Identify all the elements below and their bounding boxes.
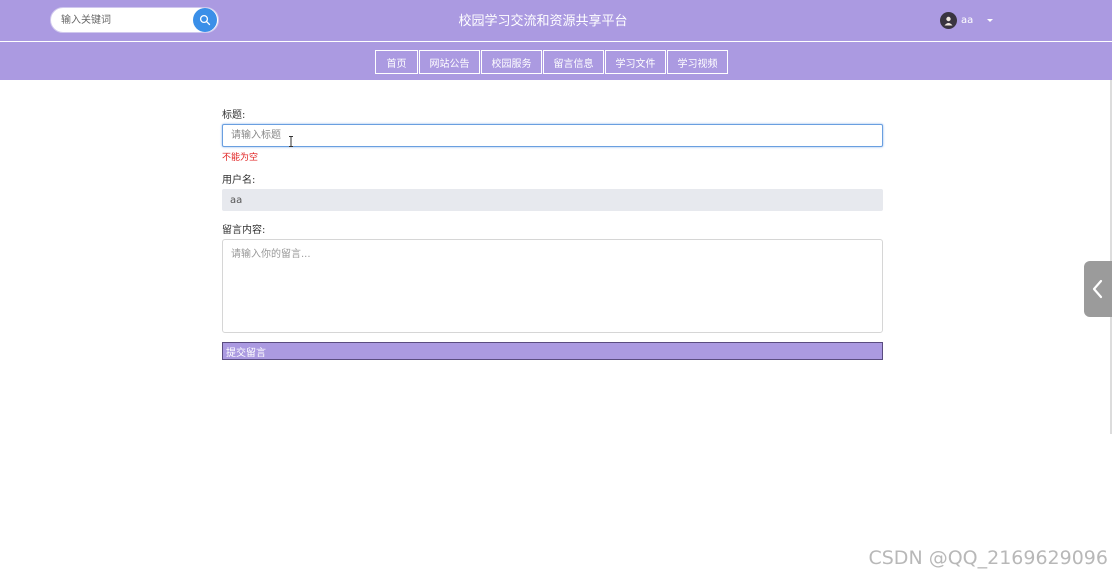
nav-item-home[interactable]: 首页 [375,50,418,74]
site-title: 校园学习交流和资源共享平台 [458,14,628,29]
nav-item-study-videos[interactable]: 学习视频 [667,50,728,74]
nav-item-announcements[interactable]: 网站公告 [419,50,480,74]
username-field: aa [222,189,883,211]
nav-item-messages[interactable]: 留言信息 [543,50,604,74]
nav-item-campus-services[interactable]: 校园服务 [481,50,542,74]
header-divider [0,41,1112,42]
nav-item-study-files[interactable]: 学习文件 [605,50,666,74]
watermark: CSDN @QQ_2169629096 [868,547,1108,569]
side-toggle-button[interactable] [1084,261,1112,317]
title-error-message: 不能为空 [222,153,259,163]
text-cursor-icon [289,136,293,147]
main-nav: 首页 网站公告 校园服务 留言信息 学习文件 学习视频 [375,50,729,74]
message-content-textarea[interactable] [222,239,883,333]
submit-message-button[interactable]: 提交留言 [222,342,883,360]
username-label: 用户名: [222,175,256,186]
content-label: 留言内容: [222,225,266,236]
caret-down-icon[interactable] [987,19,994,22]
avatar-icon[interactable] [940,12,957,29]
title-input[interactable] [222,124,883,147]
title-label: 标题: [222,110,246,121]
chevron-left-icon [1092,279,1103,299]
user-name[interactable]: aa [961,15,973,26]
user-menu[interactable]: aa [940,12,994,29]
